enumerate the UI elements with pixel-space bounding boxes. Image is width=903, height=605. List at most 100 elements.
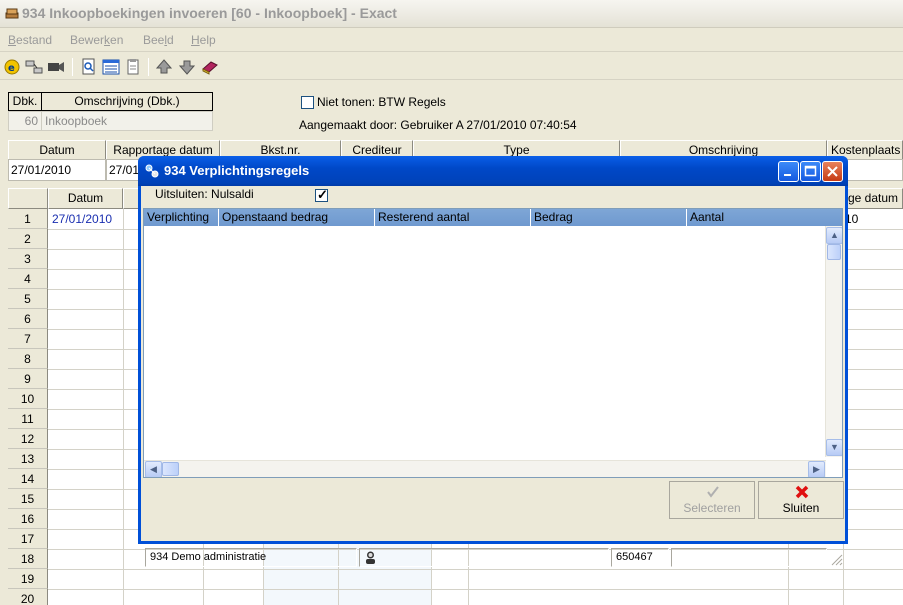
close-button[interactable] (822, 161, 843, 182)
book-stack-icon (5, 8, 19, 19)
toolbar: e (0, 54, 903, 80)
journal-box: Dbk. Omschrijving (Dbk.) 60 Inkoopboek (8, 92, 213, 132)
created-by-text: Aangemaakt door: Gebruiker A 27/01/2010 … (299, 118, 577, 132)
list-col-bedrag[interactable]: Bedrag (531, 209, 687, 226)
row-number[interactable]: 2 (8, 229, 48, 249)
row-number[interactable]: 1 (8, 209, 48, 229)
dialog-title: 934 Verplichtingsregels (164, 163, 310, 178)
list-col-openstaand-bedrag[interactable]: Openstaand bedrag (219, 209, 375, 226)
arrow-up-icon[interactable] (155, 58, 173, 76)
status-extra (671, 548, 827, 567)
camera-icon[interactable] (47, 58, 65, 76)
list-icon[interactable] (102, 58, 120, 76)
minimize-icon (784, 174, 791, 176)
row-number[interactable]: 19 (8, 569, 48, 589)
app-title: 934 Inkoopboekingen invoeren [60 - Inkoo… (22, 5, 397, 21)
row-number[interactable]: 5 (8, 289, 48, 309)
maximize-button[interactable] (800, 161, 821, 182)
exclude-nulsaldi-checkbox[interactable] (315, 187, 328, 203)
lines-col-rapportage-datum: ge datum (843, 188, 903, 209)
vertical-scroll-thumb[interactable] (827, 244, 841, 260)
exclude-nulsaldi-label: Uitsluiten: Nulsaldi (155, 187, 254, 201)
row-number[interactable]: 3 (8, 249, 48, 269)
grid-row-line (48, 569, 903, 570)
journal-desc-header: Omschrijving (Dbk.) (41, 92, 213, 111)
list-col-verplichting[interactable]: Verplichting (144, 209, 219, 226)
menu-accelerator: H (191, 33, 200, 47)
toolbar-separator (148, 58, 149, 76)
scroll-left-button[interactable]: ◀ (145, 461, 162, 477)
line-datum-cell[interactable]: 27/01/2010 (52, 209, 112, 229)
exact-e-icon[interactable]: e (3, 58, 21, 76)
minimize-button[interactable] (778, 161, 799, 182)
row-number[interactable]: 20 (8, 589, 48, 605)
list-col-aantal[interactable]: Aantal (687, 209, 842, 226)
close-icon (827, 166, 838, 177)
menu-accelerator: B (8, 33, 17, 47)
row-number[interactable]: 14 (8, 469, 48, 489)
dialog-body: Uitsluiten: Nulsaldi Verplichting Openst… (141, 186, 845, 567)
lines-col-datum: Datum (48, 188, 123, 209)
row-number[interactable]: 16 (8, 509, 48, 529)
status-user (359, 548, 609, 567)
resize-grip-icon[interactable] (831, 554, 843, 566)
arrow-down-icon[interactable] (178, 58, 196, 76)
obligations-list[interactable]: Verplichting Openstaand bedrag Resterend… (143, 208, 843, 478)
row-number[interactable]: 13 (8, 449, 48, 469)
selecteren-button[interactable]: Selecteren (669, 481, 755, 519)
row-number[interactable]: 17 (8, 529, 48, 549)
row-number[interactable]: 4 (8, 269, 48, 289)
row-number[interactable]: 6 (8, 309, 48, 329)
row-number[interactable]: 15 (8, 489, 48, 509)
list-col-resterend-aantal[interactable]: Resterend aantal (375, 209, 531, 226)
row-number[interactable]: 18 (8, 549, 48, 569)
dialog-app-icon (145, 164, 159, 178)
clipboard-icon[interactable] (124, 58, 142, 76)
row-number[interactable]: 7 (8, 329, 48, 349)
niet-tonen-checkbox[interactable] (301, 96, 314, 109)
lines-col-next (123, 188, 139, 209)
user-icon (366, 551, 375, 564)
header-col-datum: Datum (8, 140, 106, 161)
menu-help[interactable]: Help (191, 33, 216, 47)
scroll-right-button[interactable]: ▶ (808, 461, 825, 477)
status-admin: 934 Demo administratie (145, 548, 357, 567)
menu-beeld[interactable]: Beeld (143, 33, 174, 47)
row-number[interactable]: 10 (8, 389, 48, 409)
menu-accelerator: k (104, 33, 111, 47)
checkmark-icon (707, 486, 719, 498)
horizontal-scrollbar[interactable]: ◀ ▶ (144, 460, 826, 477)
sluiten-button[interactable]: Sluiten (758, 481, 844, 519)
red-x-icon (795, 485, 809, 499)
menu-bestand[interactable]: Bestand (8, 33, 52, 47)
status-number: 650467 (611, 548, 669, 567)
scroll-down-button[interactable]: ▼ (826, 439, 842, 456)
menubar: Bestand Bewerken Beeld Help (0, 30, 903, 52)
journal-code-header: Dbk. (8, 92, 42, 111)
svg-text:e: e (8, 63, 15, 74)
horizontal-scroll-thumb[interactable] (162, 462, 179, 476)
grid-row-line (48, 589, 903, 590)
dialog-titlebar: 934 Verplichtingsregels (138, 156, 848, 186)
journal-code-field[interactable]: 60 (8, 111, 42, 131)
menu-accelerator: l (164, 33, 168, 47)
row-number[interactable]: 9 (8, 369, 48, 389)
verplichtingsregels-dialog: 934 Verplichtingsregels Uitsluiten: Nuls… (138, 156, 848, 567)
preview-icon[interactable] (80, 58, 98, 76)
header-datum-field[interactable]: 27/01/2010 (8, 159, 106, 181)
app-titlebar: 934 Inkoopboekingen invoeren [60 - Inkoo… (0, 0, 903, 28)
row-number[interactable]: 11 (8, 409, 48, 429)
book-icon[interactable] (201, 58, 219, 76)
row-number[interactable]: 12 (8, 429, 48, 449)
scroll-up-button[interactable]: ▲ (826, 227, 842, 244)
selecteren-label: Selecteren (683, 501, 741, 515)
row-number[interactable]: 8 (8, 349, 48, 369)
connect-icon[interactable] (25, 58, 43, 76)
vertical-scrollbar[interactable]: ▲ ▼ (825, 226, 842, 457)
toolbar-separator (72, 58, 73, 76)
menu-bewerken[interactable]: Bewerken (70, 33, 123, 47)
maximize-icon (804, 165, 817, 177)
niet-tonen-label: Niet tonen: BTW Regels (317, 95, 446, 109)
sluiten-label: Sluiten (782, 501, 820, 515)
journal-desc-field[interactable]: Inkoopboek (41, 111, 213, 131)
